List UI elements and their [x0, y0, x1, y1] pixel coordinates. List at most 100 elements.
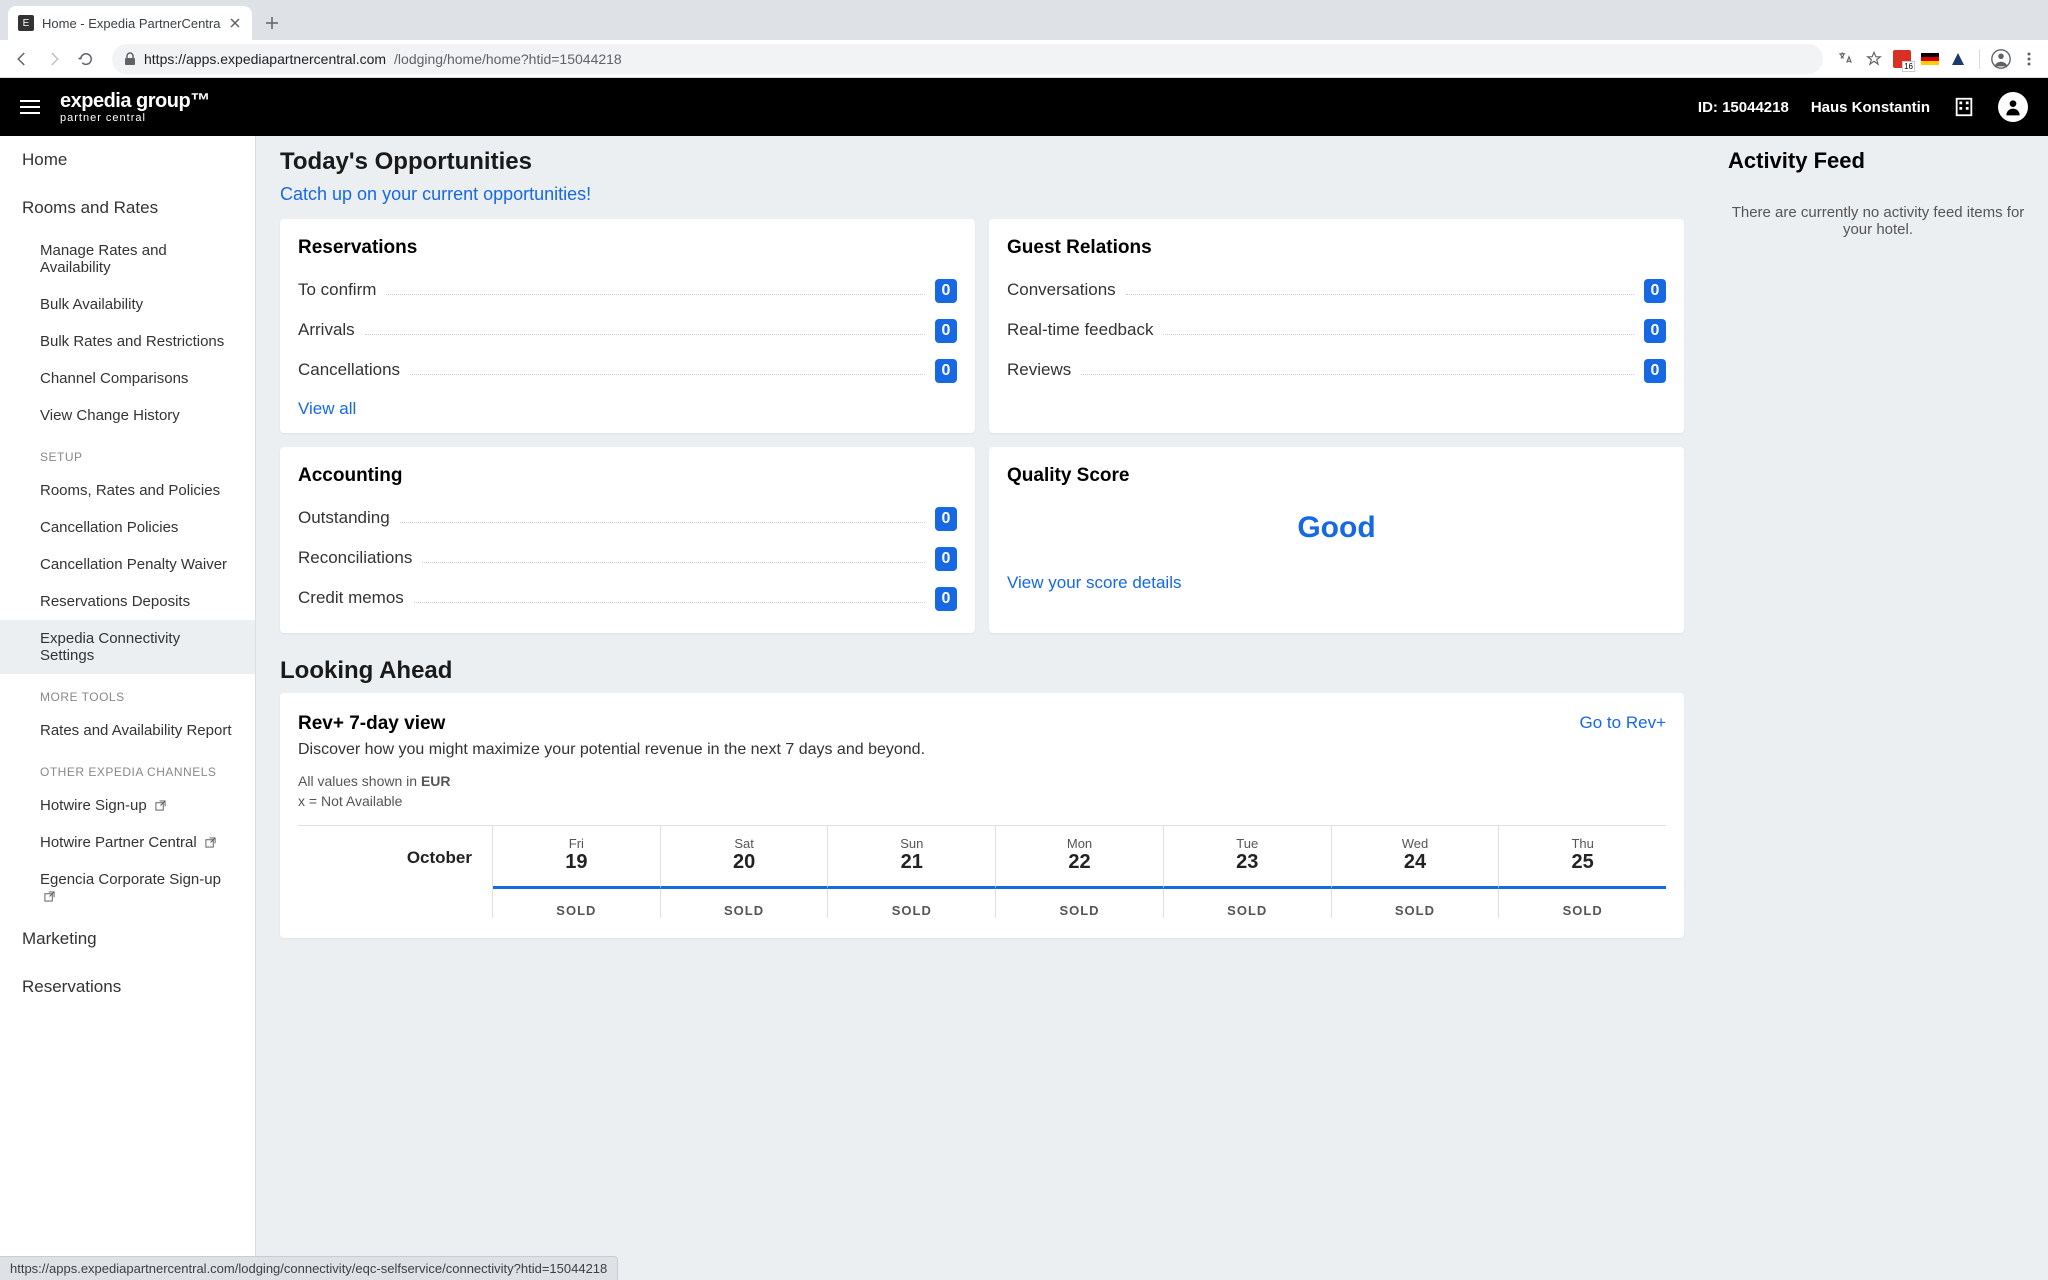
lock-icon	[124, 52, 136, 66]
external-link-icon	[155, 800, 167, 812]
activity-feed-title: Activity Feed	[1728, 148, 2028, 174]
quality-score-value: Good	[1007, 499, 1666, 565]
sidebar-sub-egencia[interactable]: Egencia Corporate Sign-up	[0, 861, 255, 915]
sidebar-heading-setup: SETUP	[0, 434, 255, 472]
brand-logo[interactable]: expedia group™ partner central	[60, 90, 210, 124]
sidebar-item-marketing[interactable]: Marketing	[0, 915, 255, 963]
catchup-link[interactable]: Catch up on your current opportunities!	[280, 184, 1684, 205]
sold-cell: SOLD	[1499, 889, 1666, 918]
sidebar-item-rooms-rates[interactable]: Rooms and Rates	[0, 184, 255, 232]
sidebar-sub-connectivity-settings[interactable]: Expedia Connectivity Settings	[0, 620, 255, 674]
sidebar-sub-cancellation-policies[interactable]: Cancellation Policies	[0, 509, 255, 546]
metric-badge: 0	[935, 507, 957, 531]
calendar-day[interactable]: Tue23	[1164, 826, 1332, 889]
rev-plus-card: Rev+ 7-day view Go to Rev+ Discover how …	[280, 693, 1684, 938]
metric-badge: 0	[935, 279, 957, 303]
extension-triangle-icon[interactable]	[1947, 48, 1969, 70]
reservations-card: Reservations To confirm 0 Arrivals 0	[280, 219, 975, 433]
metric-arrivals[interactable]: Arrivals 0	[298, 311, 957, 351]
external-link-icon	[205, 837, 217, 849]
sidebar-heading-more-tools: MORE TOOLS	[0, 674, 255, 712]
extension-calendar-icon[interactable]: 16	[1891, 48, 1913, 70]
property-name: Haus Konstantin	[1811, 99, 1930, 116]
metric-reviews[interactable]: Reviews 0	[1007, 351, 1666, 391]
metric-outstanding[interactable]: Outstanding 0	[298, 499, 957, 539]
sidebar-item-home[interactable]: Home	[0, 136, 255, 184]
accounting-title: Accounting	[298, 465, 957, 487]
metric-label: To confirm	[298, 280, 376, 300]
user-avatar-icon[interactable]	[1998, 92, 2028, 122]
browser-toolbar: https://apps.expediapartnercentral.com/l…	[0, 40, 2048, 78]
view-all-link[interactable]: View all	[298, 391, 356, 419]
sidebar-sub-penalty-waiver[interactable]: Cancellation Penalty Waiver	[0, 546, 255, 583]
tab-close-icon[interactable]	[228, 16, 242, 30]
rev-title: Rev+ 7-day view	[298, 713, 445, 735]
sidebar: Home Rooms and Rates Manage Rates and Av…	[0, 136, 256, 1280]
sidebar-sub-hotwire-partner[interactable]: Hotwire Partner Central	[0, 824, 255, 861]
profile-icon[interactable]	[1990, 48, 2012, 70]
browser-tab[interactable]: E Home - Expedia PartnerCentra	[8, 6, 252, 40]
metric-feedback[interactable]: Real-time feedback 0	[1007, 311, 1666, 351]
building-icon[interactable]	[1952, 95, 1976, 119]
sold-cell: SOLD	[828, 889, 996, 918]
metric-badge: 0	[935, 359, 957, 383]
sold-cell: SOLD	[1164, 889, 1332, 918]
sidebar-item-reservations[interactable]: Reservations	[0, 963, 255, 1011]
external-link-icon	[44, 891, 56, 903]
sidebar-sub-bulk-rates[interactable]: Bulk Rates and Restrictions	[0, 323, 255, 360]
sold-cell: SOLD	[661, 889, 829, 918]
sidebar-heading-other-channels: OTHER EXPEDIA CHANNELS	[0, 749, 255, 787]
calendar-day[interactable]: Sat20	[661, 826, 829, 889]
bookmark-star-icon[interactable]	[1863, 48, 1885, 70]
opportunities-title: Today's Opportunities	[280, 148, 1684, 176]
browser-menu-icon[interactable]	[2018, 48, 2040, 70]
sidebar-sub-change-history[interactable]: View Change History	[0, 397, 255, 434]
calendar-day[interactable]: Fri19	[493, 826, 661, 889]
sidebar-sub-channel-comparisons[interactable]: Channel Comparisons	[0, 360, 255, 397]
sidebar-sub-manage-rates[interactable]: Manage Rates and Availability	[0, 232, 255, 286]
metric-badge: 0	[935, 587, 957, 611]
address-bar[interactable]: https://apps.expediapartnercentral.com/l…	[112, 44, 1823, 74]
metric-label: Reviews	[1007, 360, 1071, 380]
metric-to-confirm[interactable]: To confirm 0	[298, 271, 957, 311]
new-tab-button[interactable]	[258, 9, 286, 37]
menu-toggle-icon[interactable]	[20, 95, 44, 119]
property-id: ID: 15044218	[1698, 99, 1789, 116]
metric-cancellations[interactable]: Cancellations 0	[298, 351, 957, 391]
quality-details-link[interactable]: View your score details	[1007, 565, 1182, 593]
metric-credit-memos[interactable]: Credit memos 0	[298, 579, 957, 619]
metric-conversations[interactable]: Conversations 0	[1007, 271, 1666, 311]
sidebar-sub-bulk-availability[interactable]: Bulk Availability	[0, 286, 255, 323]
sidebar-sub-hotwire-signup[interactable]: Hotwire Sign-up	[0, 787, 255, 824]
calendar-day[interactable]: Mon22	[996, 826, 1164, 889]
toolbar-divider	[1979, 49, 1980, 69]
translate-icon[interactable]	[1835, 48, 1857, 70]
sidebar-sub-rooms-policies[interactable]: Rooms, Rates and Policies	[0, 472, 255, 509]
calendar-day[interactable]: Sun21	[828, 826, 996, 889]
sold-cell: SOLD	[493, 889, 661, 918]
calendar-day[interactable]: Thu25	[1499, 826, 1666, 889]
calendar-header: October Fri19 Sat20 Sun21 Mon22 Tue23 We…	[298, 825, 1666, 889]
quality-score-card: Quality Score Good View your score detai…	[989, 447, 1684, 633]
sidebar-sub-reservations-deposits[interactable]: Reservations Deposits	[0, 583, 255, 620]
metric-label: Outstanding	[298, 508, 390, 528]
back-button[interactable]	[8, 45, 36, 73]
app-header: expedia group™ partner central ID: 15044…	[0, 78, 2048, 136]
reload-button[interactable]	[72, 45, 100, 73]
accounting-card: Accounting Outstanding 0 Reconciliations…	[280, 447, 975, 633]
calendar-day[interactable]: Wed24	[1332, 826, 1500, 889]
url-host: https://apps.expediapartnercentral.com	[144, 51, 386, 67]
sold-cell: SOLD	[996, 889, 1164, 918]
metric-label: Cancellations	[298, 360, 400, 380]
browser-tab-strip: E Home - Expedia PartnerCentra	[0, 0, 2048, 40]
sidebar-sub-rates-report[interactable]: Rates and Availability Report	[0, 712, 255, 749]
metric-label: Credit memos	[298, 588, 404, 608]
metric-label: Reconciliations	[298, 548, 412, 568]
forward-button[interactable]	[40, 45, 68, 73]
go-to-rev-link[interactable]: Go to Rev+	[1580, 713, 1666, 733]
metric-badge: 0	[1644, 279, 1666, 303]
guest-title: Guest Relations	[1007, 237, 1666, 259]
metric-reconciliations[interactable]: Reconciliations 0	[298, 539, 957, 579]
extension-flag-icon[interactable]	[1919, 48, 1941, 70]
guest-relations-card: Guest Relations Conversations 0 Real-tim…	[989, 219, 1684, 433]
